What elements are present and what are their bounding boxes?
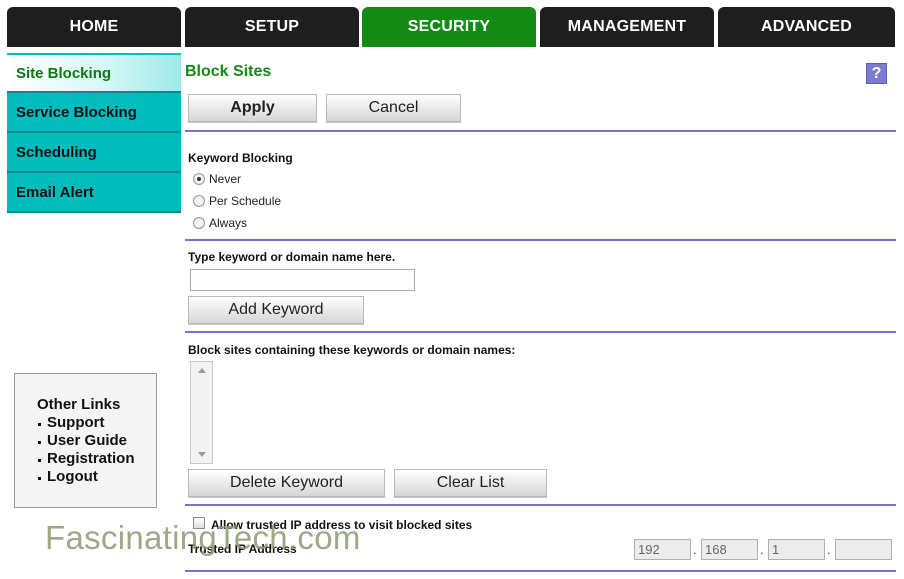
sidebar-item-label: Email Alert	[16, 183, 94, 201]
link-logout[interactable]: Logout	[37, 468, 156, 486]
ip-separator: .	[827, 542, 831, 557]
radio-label: Never	[209, 172, 242, 186]
radio-per-schedule[interactable]: Per Schedule	[193, 194, 281, 208]
help-icon[interactable]: ?	[866, 63, 887, 84]
tab-advanced[interactable]: ADVANCED	[718, 7, 895, 47]
other-links-list: Support User Guide Registration Logout	[37, 414, 156, 486]
sidebar-item-label: Service Blocking	[16, 103, 137, 121]
radio-button[interactable]	[193, 195, 205, 207]
ip-separator: .	[760, 542, 764, 557]
sidebar-item-email-alert[interactable]: Email Alert	[7, 173, 181, 213]
add-keyword-button[interactable]: Add Keyword	[188, 296, 364, 324]
keyword-list-label: Block sites containing these keywords or…	[188, 343, 516, 357]
radio-label: Per Schedule	[209, 194, 282, 208]
other-links-title: Other Links	[37, 396, 121, 413]
divider	[185, 331, 896, 333]
cancel-button[interactable]: Cancel	[326, 94, 461, 122]
ip-octet-2-input[interactable]: 168	[701, 539, 758, 560]
radio-button-checked[interactable]	[193, 173, 205, 185]
sidebar-item-scheduling[interactable]: Scheduling	[7, 133, 181, 173]
radio-always[interactable]: Always	[193, 216, 247, 230]
page-title: Block Sites	[185, 63, 272, 80]
sidebar-item-label: Site Blocking	[16, 64, 112, 82]
keyword-blocking-label: Keyword Blocking	[188, 151, 293, 165]
ip-octet-3-input[interactable]: 1	[768, 539, 825, 560]
link-registration[interactable]: Registration	[37, 450, 156, 468]
tab-setup[interactable]: SETUP	[185, 7, 359, 47]
radio-label: Always	[209, 216, 248, 230]
divider	[185, 239, 896, 241]
tab-management[interactable]: MANAGEMENT	[540, 7, 714, 47]
keyword-input-label: Type keyword or domain name here.	[188, 250, 396, 264]
divider	[185, 130, 896, 132]
sidebar-item-label: Scheduling	[16, 143, 97, 161]
keyword-listbox[interactable]	[190, 361, 213, 464]
scroll-up-icon[interactable]	[198, 368, 206, 373]
top-navigation: HOME SETUP SECURITY MANAGEMENT ADVANCED	[7, 7, 895, 47]
apply-button[interactable]: Apply	[188, 94, 317, 122]
radio-button[interactable]	[193, 217, 205, 229]
keyword-input[interactable]	[190, 269, 415, 291]
radio-never[interactable]: Never	[193, 172, 241, 186]
sidebar-item-service-blocking[interactable]: Service Blocking	[7, 93, 181, 133]
link-user-guide[interactable]: User Guide	[37, 432, 156, 450]
clear-list-button[interactable]: Clear List	[394, 469, 547, 497]
sidebar: Site Blocking Service Blocking Schedulin…	[7, 53, 181, 213]
tab-security[interactable]: SECURITY	[362, 7, 536, 47]
divider	[185, 570, 896, 572]
ip-separator: .	[693, 542, 697, 557]
scroll-down-icon[interactable]	[198, 452, 206, 457]
delete-keyword-button[interactable]: Delete Keyword	[188, 469, 385, 497]
ip-octet-4-input[interactable]	[835, 539, 892, 560]
ip-octet-1-input[interactable]: 192	[634, 539, 691, 560]
other-links-panel: Other Links Support User Guide Registrat…	[14, 373, 157, 508]
tab-home[interactable]: HOME	[7, 7, 181, 47]
divider	[185, 504, 896, 506]
watermark: FascinatingTech.com	[45, 519, 361, 556]
link-support[interactable]: Support	[37, 414, 156, 432]
sidebar-item-site-blocking[interactable]: Site Blocking	[7, 53, 181, 93]
